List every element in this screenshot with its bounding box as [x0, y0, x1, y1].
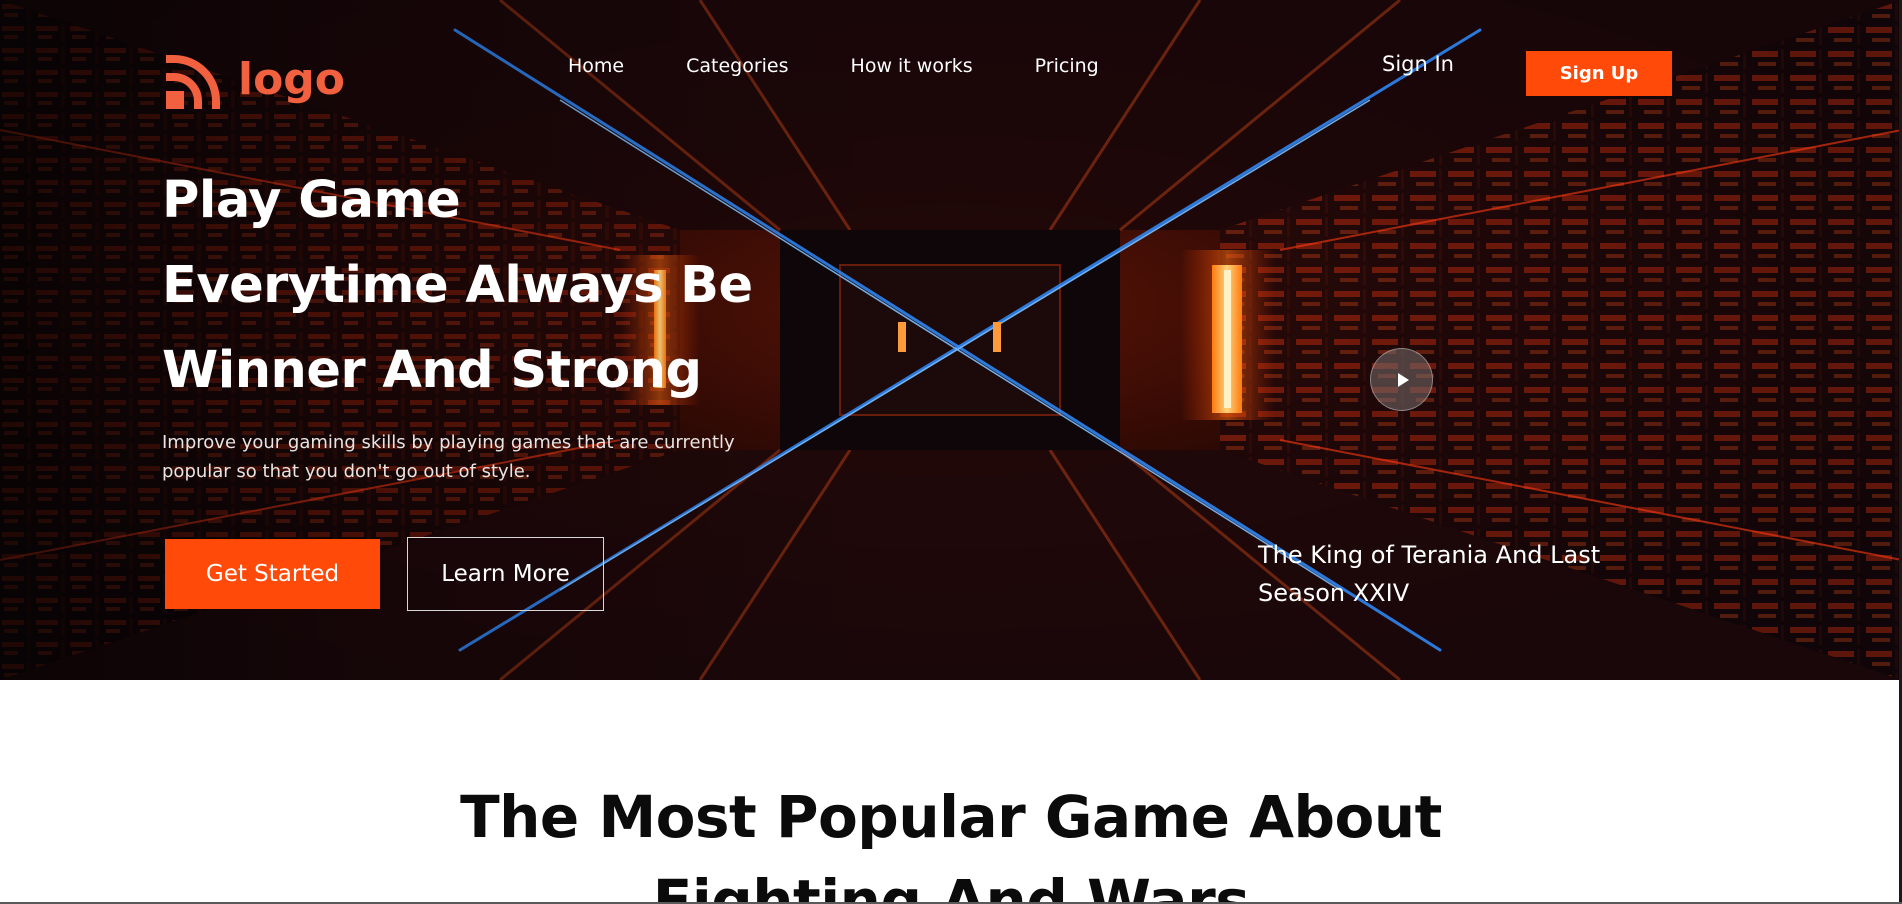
featured-title-line: The King of Terania And Last: [1258, 541, 1601, 569]
hero-headline: Play Game Everytime Always Be Winner And…: [162, 158, 922, 413]
sign-up-button[interactable]: Sign Up: [1526, 51, 1672, 96]
play-video-button[interactable]: [1370, 348, 1433, 411]
hero-headline-line: Winner And Strong: [162, 341, 702, 400]
hero-description: Improve your gaming skills by playing ga…: [162, 432, 735, 482]
logo-text: logo: [238, 54, 346, 105]
landing-page: logo Home Categories How it works Pricin…: [0, 0, 1902, 904]
featured-title-line: Season XXIV: [1258, 579, 1410, 607]
nav-pricing[interactable]: Pricing: [1035, 55, 1099, 77]
play-icon: [1398, 372, 1409, 387]
section-title-line: Fighting And Wars: [652, 867, 1250, 904]
get-started-button[interactable]: Get Started: [165, 539, 380, 609]
nav-how-it-works[interactable]: How it works: [851, 55, 973, 77]
hero-headline-line: Everytime Always Be: [162, 256, 753, 315]
main-nav: Home Categories How it works Pricing: [568, 52, 1099, 80]
logo[interactable]: logo: [162, 50, 345, 114]
logo-signal-icon: [166, 55, 220, 109]
learn-more-button[interactable]: Learn More: [407, 537, 604, 611]
nav-home[interactable]: Home: [568, 55, 624, 77]
hero-section: logo Home Categories How it works Pricin…: [0, 0, 1902, 680]
hero-headline-line: Play Game: [162, 171, 461, 230]
section-title-line: The Most Popular Game About: [460, 783, 1442, 851]
popular-games-heading: The Most Popular Game About Fighting And…: [0, 775, 1902, 904]
featured-game-title: The King of Terania And Last Season XXIV: [1258, 536, 1678, 612]
nav-categories[interactable]: Categories: [686, 55, 788, 77]
sign-in-link[interactable]: Sign In: [1382, 52, 1454, 76]
